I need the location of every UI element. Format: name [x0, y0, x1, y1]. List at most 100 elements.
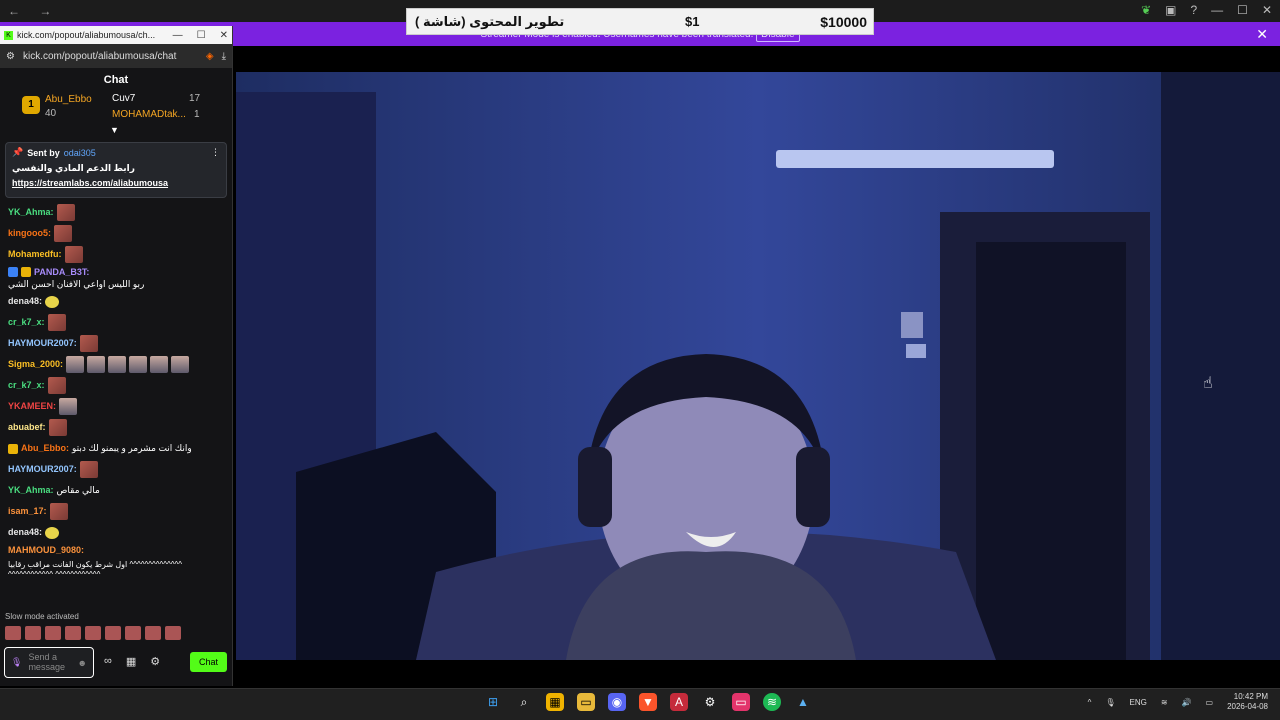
clock[interactable]: 10:42 PM 2026-04-08 — [1227, 692, 1268, 713]
chat-message: dena48: — [8, 293, 224, 310]
player-bottom-area — [233, 660, 1280, 688]
download-icon[interactable]: ⤓ — [222, 51, 226, 62]
chat-text: مالي مقاص — [56, 485, 100, 495]
wifi-icon[interactable]: ≋ — [1161, 698, 1168, 707]
chat-text: اول شرط يكون الفانت مراقب رقابيا ^^^^^^^… — [8, 559, 182, 580]
battery-icon[interactable]: ▭ — [1206, 698, 1214, 707]
popout-maximize-icon[interactable]: ☐ — [197, 30, 206, 41]
badge-icon — [8, 267, 18, 277]
slow-mode-notice: Slow mode activated — [5, 612, 79, 621]
chat-username[interactable]: dena48: — [8, 528, 42, 537]
brave-shield-icon[interactable]: ◈ — [206, 51, 214, 62]
message-placeholder: Send a message — [28, 651, 65, 672]
file-explorer-icon[interactable]: ▭ — [577, 693, 595, 711]
extension-icon[interactable]: ▣ — [1165, 3, 1176, 17]
emote-icon[interactable] — [25, 626, 41, 640]
emoji-icon[interactable]: ☻ — [78, 658, 87, 668]
chat-username[interactable]: HAYMOUR2007: — [8, 339, 77, 348]
chat-message: Mohamedfu: — [8, 246, 224, 263]
windows-start-icon[interactable]: ⊞ — [484, 693, 502, 711]
emote-icon — [79, 335, 98, 352]
chat-username[interactable]: cr_k7_x: — [8, 381, 45, 390]
chat-username[interactable]: abuabef: — [8, 423, 46, 432]
browser-top-icons: ❦ ▣ ? — ☐ ✕ — [1141, 3, 1272, 17]
chat-username[interactable]: isam_17: — [8, 507, 47, 516]
spotify-icon[interactable]: ≋ — [763, 693, 781, 711]
streaming-app-icon[interactable]: ▭ — [732, 693, 750, 711]
gifter-count: 40 — [45, 108, 57, 119]
browser-nav-arrows[interactable]: ← → — [8, 4, 59, 18]
popout-close-icon[interactable]: ✕ — [220, 30, 228, 41]
chat-username[interactable]: YK_Ahma: — [8, 486, 54, 495]
microphone-tray-icon[interactable]: 🎙 — [1105, 698, 1115, 707]
chat-username[interactable]: kingooo5: — [8, 229, 51, 238]
emote-icon[interactable] — [105, 626, 121, 640]
emote-icon[interactable] — [85, 626, 101, 640]
expand-chevron-icon[interactable]: ▼ — [110, 125, 119, 135]
site-info-icon[interactable]: ⚙ — [6, 51, 15, 62]
app-delta-icon[interactable]: ▲ — [794, 693, 812, 711]
emote-icon[interactable] — [145, 626, 161, 640]
goal-target: $10000 — [820, 13, 867, 30]
leaf-icon[interactable]: ❦ — [1141, 3, 1151, 17]
pinned-link[interactable]: https://streamlabs.com/aliabumousa — [12, 178, 220, 188]
steam-icon[interactable]: ⚙ — [701, 693, 719, 711]
store-icon[interactable]: ▦ — [126, 655, 136, 668]
chat-message: HAYMOUR2007: — [8, 461, 224, 478]
popout-minimize-icon[interactable]: — — [173, 30, 183, 41]
emote-icon[interactable] — [65, 626, 81, 640]
quick-emote-strip[interactable] — [5, 626, 181, 640]
discord-icon[interactable]: ◉ — [608, 693, 626, 711]
address-bar[interactable]: ⚙ kick.com/popout/aliabumousa/chat ◈ ⤓ — [0, 44, 232, 68]
chat-username[interactable]: Abu_Ebbo: — [21, 444, 69, 453]
chat-username[interactable]: Sigma_2000: — [8, 360, 63, 369]
brave-browser-icon[interactable]: ▼ — [639, 693, 657, 711]
chat-message: HAYMOUR2007: — [8, 335, 224, 352]
emote-icon — [54, 225, 72, 242]
emote-icon[interactable] — [45, 626, 61, 640]
emote-icon[interactable] — [165, 626, 181, 640]
chat-username[interactable]: YKAMEEN: — [8, 402, 56, 411]
gifter-count: 1 — [194, 109, 200, 120]
message-input[interactable]: 🎙 Send a message ☻ — [4, 647, 94, 678]
gifter-name[interactable]: Cuv7 — [112, 93, 135, 104]
emote-icon[interactable] — [5, 626, 21, 640]
settings-icon[interactable]: ⚙ — [150, 655, 160, 668]
emote-icon[interactable] — [125, 626, 141, 640]
emote-icon — [79, 461, 98, 478]
pin-icon: 📌 — [12, 147, 24, 157]
send-chat-button[interactable]: Chat — [190, 652, 227, 672]
pinned-message[interactable]: 📌 Sent by odai305 ⋮ رابط الدعم المادي وا… — [5, 142, 227, 198]
url-text[interactable]: kick.com/popout/aliabumousa/chat — [23, 51, 198, 62]
gifter-name[interactable]: MOHAMADtak... — [112, 109, 186, 120]
help-icon[interactable]: ? — [1190, 3, 1197, 17]
tray-expand-icon[interactable]: ^ — [1088, 698, 1092, 707]
chat-username[interactable]: HAYMOUR2007: — [8, 465, 77, 474]
chat-username[interactable]: cr_k7_x: — [8, 318, 45, 327]
stream-video[interactable] — [236, 72, 1280, 660]
pinned-user[interactable]: odai305 — [64, 148, 96, 158]
emote-icon — [48, 419, 67, 436]
search-icon[interactable]: ⌕ — [515, 693, 533, 711]
app-a-icon[interactable]: A — [670, 693, 688, 711]
banner-close-icon[interactable]: ✕ — [1256, 26, 1268, 43]
close-icon[interactable]: ✕ — [1262, 3, 1272, 17]
points-icon[interactable]: ∞ — [104, 655, 112, 668]
minimize-icon[interactable]: — — [1211, 3, 1223, 17]
store-app-icon[interactable]: ▦ — [546, 693, 564, 711]
popout-titlebar: K kick.com/popout/aliabumousa/ch... — ☐ … — [0, 26, 232, 44]
chat-username[interactable]: Mohamedfu: — [8, 250, 62, 259]
chat-message: cr_k7_x: — [8, 314, 224, 331]
speaker-icon[interactable]: 🔊 — [1182, 698, 1192, 707]
chat-username[interactable]: PANDA_B3T: — [34, 267, 89, 277]
maximize-icon[interactable]: ☐ — [1237, 3, 1248, 17]
chat-username[interactable]: MAHMOUD_9080: — [8, 545, 84, 557]
gifter-name[interactable]: Abu_Ebbo — [45, 94, 92, 105]
language-indicator[interactable]: ENG — [1130, 698, 1147, 707]
microphone-icon[interactable]: 🎙 — [11, 657, 22, 668]
chat-username[interactable]: YK_Ahma: — [8, 208, 54, 217]
chat-message: MAHMOUD_9080: اول شرط يكون الفانت مراقب ر… — [8, 545, 224, 580]
pinned-sent-by: Sent by — [27, 147, 60, 158]
more-options-icon[interactable]: ⋮ — [211, 147, 220, 158]
chat-username[interactable]: dena48: — [8, 297, 42, 306]
